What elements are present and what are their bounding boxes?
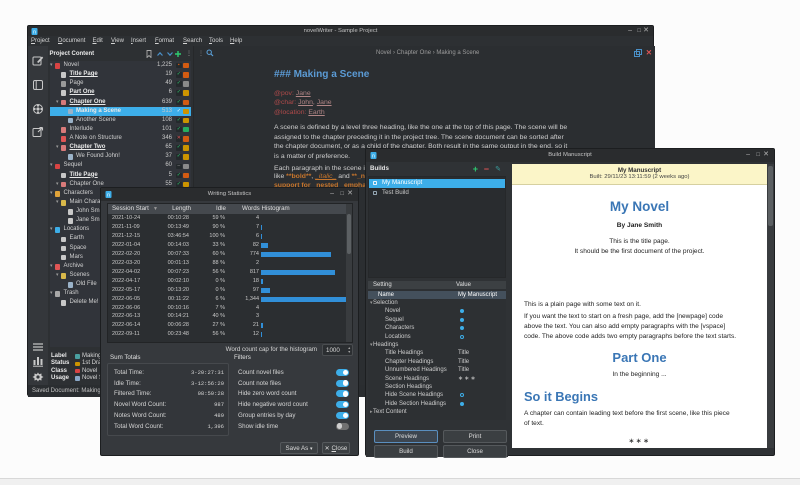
svg-text:n: n xyxy=(33,30,36,36)
svg-text:n: n xyxy=(372,154,375,160)
svg-text:n: n xyxy=(107,193,110,199)
